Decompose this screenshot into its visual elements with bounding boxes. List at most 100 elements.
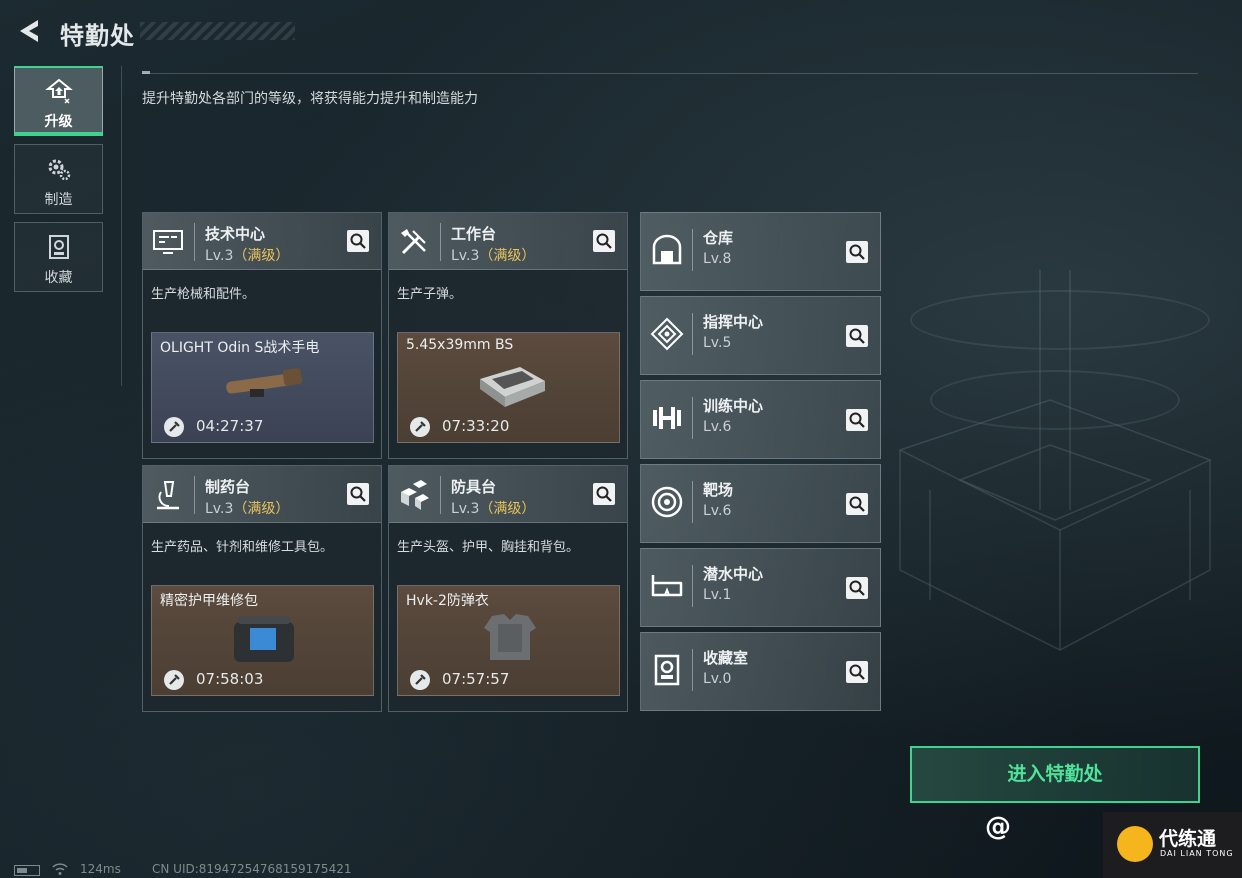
facility-name: 潜水中心 (703, 565, 764, 583)
search-button[interactable] (846, 325, 868, 347)
card-divider (194, 476, 195, 514)
facility-level: Lv.5 (703, 335, 732, 351)
divider-accent (142, 71, 150, 74)
wrench-icon (164, 670, 184, 690)
search-button[interactable] (347, 230, 369, 252)
armor-icon (401, 480, 429, 510)
header: 特勤处 (0, 0, 1242, 64)
facility-description: 生产子弹。 (397, 287, 463, 302)
facility-warehouse[interactable]: 仓库 Lv.8 (640, 212, 881, 291)
search-button[interactable] (846, 661, 868, 683)
brand-subtitle: DAI LIAN TONG (1160, 849, 1234, 858)
wifi-icon (52, 863, 68, 875)
card-divider (440, 476, 441, 514)
collection-icon (654, 654, 680, 686)
flashlight-image (226, 368, 303, 397)
user-uid: CN UID:8194725476815917542​1 (152, 862, 352, 876)
wrench-icon (410, 417, 430, 437)
craft-timer: 07:33:20 (442, 417, 510, 435)
facility-level: Lv.3（满级） (451, 498, 535, 518)
microscope-icon (157, 481, 179, 510)
facility-command-center[interactable]: 指挥中心 Lv.5 (640, 296, 881, 375)
body-armor-image (484, 614, 536, 660)
target-icon (651, 486, 683, 518)
watermark-brand: 代练通 DAI LIAN TONG (1103, 812, 1242, 878)
facility-level: Lv.6 (703, 419, 732, 435)
search-button[interactable] (593, 483, 615, 505)
fac-divider (692, 649, 693, 691)
facility-name: 工作台 (451, 225, 497, 243)
nav-tab-collection[interactable]: 收藏 (14, 222, 103, 292)
nav-label-collection: 收藏 (44, 270, 73, 286)
back-arrow-icon[interactable] (14, 16, 44, 46)
nav-label-upgrade: 升级 (44, 114, 73, 130)
fac-divider (692, 313, 693, 355)
title-stripes (140, 22, 295, 40)
fac-divider (692, 565, 693, 607)
facility-name: 防具台 (451, 478, 497, 496)
search-button[interactable] (846, 409, 868, 431)
brand-logo-icon (1117, 826, 1153, 862)
tools-icon (401, 229, 426, 255)
watermark-handle: @ (985, 812, 1011, 842)
search-button[interactable] (846, 577, 868, 599)
craft-timer: 04:27:37 (196, 417, 264, 435)
nav-tab-craft[interactable]: 制造 (14, 144, 103, 214)
production-card-pharmacy[interactable]: 制药台 Lv.3（满级） 生产药品、针剂和维修工具包。 精密护甲维修包 07:5… (142, 465, 382, 712)
gears-icon (48, 159, 70, 181)
level-value: Lv.3 (205, 248, 234, 264)
card-header: 技术中心 Lv.3（满级） (143, 213, 381, 270)
fac-divider (692, 481, 693, 523)
crafting-item-slot[interactable]: Hvk-2防弹衣 07:57:57 (397, 585, 620, 696)
facility-collection-room[interactable]: 收藏室 Lv.0 (640, 632, 881, 711)
fac-divider (692, 229, 693, 271)
warehouse-icon (652, 234, 682, 265)
facility-name: 技术中心 (205, 225, 266, 243)
nav-tab-upgrade[interactable]: 升级 (14, 66, 103, 136)
search-button[interactable] (347, 483, 369, 505)
search-button[interactable] (593, 230, 615, 252)
production-card-tech-center[interactable]: 技术中心 Lv.3（满级） 生产枪械和配件。 OLIGHT Odin S战术手电… (142, 212, 382, 459)
ammo-box-image (480, 367, 545, 407)
facility-shooting-range[interactable]: 靶场 Lv.6 (640, 464, 881, 543)
repair-kit-image (234, 616, 294, 662)
command-icon (650, 317, 684, 351)
item-name: Hvk-2防弹衣 (406, 593, 489, 609)
card-divider (440, 223, 441, 261)
side-nav: 升级 制造 收藏 (14, 66, 103, 300)
background-blueprint (870, 250, 1242, 730)
facility-level: Lv.3（满级） (205, 498, 289, 518)
wrench-icon (410, 670, 430, 690)
facility-level: Lv.6 (703, 503, 732, 519)
facility-name: 训练中心 (703, 397, 764, 415)
card-divider (194, 223, 195, 261)
facility-name: 制药台 (205, 478, 251, 496)
card-header: 制药台 Lv.3（满级） (143, 466, 381, 523)
facility-name: 收藏室 (703, 649, 749, 667)
item-name: 5.45x39mm BS (406, 337, 514, 353)
production-card-armor-bench[interactable]: 防具台 Lv.3（满级） 生产头盔、护甲、胸挂和背包。 Hvk-2防弹衣 07:… (388, 465, 628, 712)
crafting-item-slot[interactable]: 5.45x39mm BS 07:33:20 (397, 332, 620, 443)
level-value: Lv.3 (451, 501, 480, 517)
crafting-item-slot[interactable]: 精密护甲维修包 07:58:03 (151, 585, 374, 696)
facility-training-center[interactable]: 训练中心 Lv.6 (640, 380, 881, 459)
craft-timer: 07:57:57 (442, 670, 510, 688)
card-header: 防具台 Lv.3（满级） (389, 466, 627, 523)
item-name: 精密护甲维修包 (160, 593, 258, 609)
fac-divider (692, 397, 693, 439)
upgrade-icon (44, 78, 73, 104)
facility-level: Lv.1 (703, 587, 732, 603)
page-title: 特勤处 (60, 22, 135, 50)
collection-icon (48, 235, 69, 259)
facility-level: Lv.3（满级） (451, 245, 535, 265)
facility-description: 生产药品、针剂和维修工具包。 (151, 540, 334, 555)
ping-readout: 124ms (80, 862, 121, 876)
level-value: Lv.3 (451, 248, 480, 264)
divider-horizontal (142, 73, 1198, 74)
search-button[interactable] (846, 241, 868, 263)
facility-diving-center[interactable]: 潜水中心 Lv.1 (640, 548, 881, 627)
crafting-item-slot[interactable]: OLIGHT Odin S战术手电 04:27:37 (151, 332, 374, 443)
search-button[interactable] (846, 493, 868, 515)
production-card-workbench[interactable]: 工作台 Lv.3（满级） 生产子弹。 5.45x39mm BS 07:33:20 (388, 212, 628, 459)
enter-special-ops-button[interactable]: 进入特勤处 (910, 746, 1200, 803)
